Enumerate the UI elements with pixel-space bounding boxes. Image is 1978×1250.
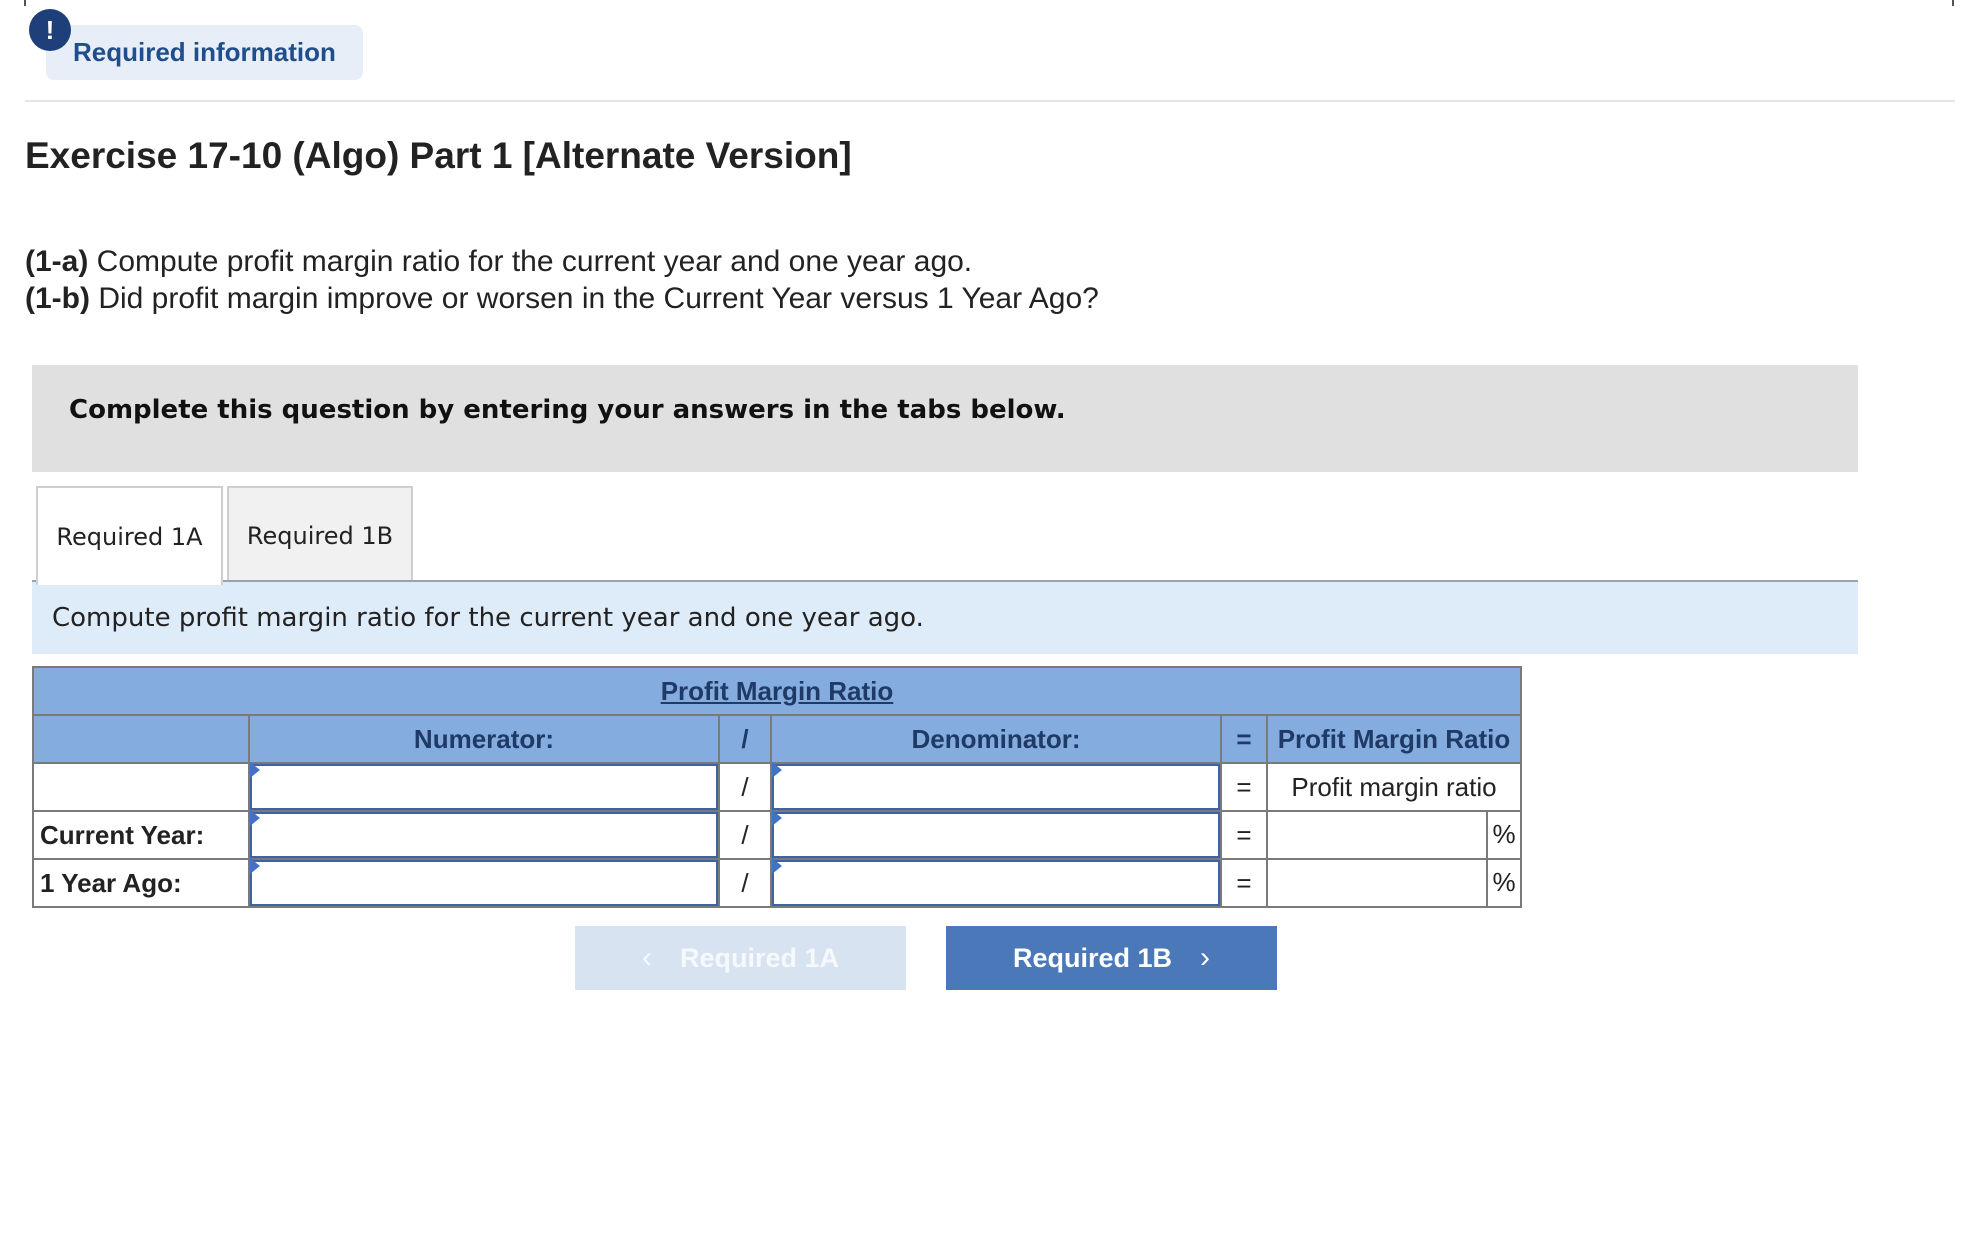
corner-tick-left [24, 0, 26, 6]
divide-sign: / [718, 810, 772, 860]
row-label-1-year-ago: 1 Year Ago: [32, 858, 250, 908]
question-1a-label: (1-a) [25, 245, 89, 278]
profit-margin-input[interactable] [1268, 812, 1486, 858]
tab-description-text: Compute profit margin ratio for the curr… [52, 603, 924, 633]
table-title: Profit Margin Ratio [32, 666, 1522, 716]
percent-sign: % [1492, 867, 1516, 897]
numerator-input[interactable] [250, 764, 718, 810]
header-numerator: Numerator: [248, 714, 720, 764]
divide-sign: / [718, 762, 772, 812]
denominator-cell [770, 810, 1222, 860]
row-label [32, 762, 250, 812]
result-label: Profit margin ratio [1266, 762, 1522, 812]
equals-sign: = [1220, 762, 1268, 812]
question-1b: (1-b) Did profit margin improve or worse… [25, 282, 1099, 316]
denominator-input[interactable] [772, 860, 1220, 906]
table-row: / = Profit margin ratio [32, 762, 1522, 812]
question-1a-text: Compute profit margin ratio for the curr… [88, 245, 973, 278]
previous-button[interactable]: ‹ Required 1A [575, 926, 906, 990]
tab-description: Compute profit margin ratio for the curr… [32, 582, 1858, 654]
required-information-label: Required information [73, 37, 336, 67]
denominator-input[interactable] [772, 812, 1220, 858]
numerator-cell [248, 810, 720, 860]
numerator-cell [248, 858, 720, 908]
instructions-text: Complete this question by entering your … [69, 395, 1066, 425]
divider [25, 100, 1955, 102]
dropdown-flag-icon [250, 762, 260, 778]
dropdown-flag-icon [250, 858, 260, 874]
header-divide: / [718, 714, 772, 764]
corner-tick-right [1952, 0, 1954, 6]
question-1a: (1-a) Compute profit margin ratio for th… [25, 245, 972, 279]
exercise-title: Exercise 17-10 (Algo) Part 1 [Alternate … [25, 135, 852, 176]
question-1b-text: Did profit margin improve or worsen in t… [89, 282, 1099, 315]
header-equals: = [1220, 714, 1268, 764]
tab-label: Required 1B [246, 521, 394, 550]
dropdown-flag-icon [772, 810, 782, 826]
equals-sign: = [1220, 810, 1268, 860]
table-header-row: Numerator: / Denominator: = Profit Margi… [32, 714, 1522, 764]
denominator-input[interactable] [772, 764, 1220, 810]
profit-margin-input[interactable] [1268, 860, 1486, 906]
dropdown-flag-icon [772, 762, 782, 778]
tab-label: Required 1A [56, 522, 203, 551]
row-label-current-year: Current Year: [32, 810, 250, 860]
header-result: Profit Margin Ratio [1266, 714, 1522, 764]
header-blank [32, 714, 250, 764]
next-button[interactable]: Required 1B › [946, 926, 1277, 990]
chevron-right-icon: › [1200, 941, 1211, 974]
required-information-badge[interactable]: Required information [46, 25, 363, 80]
tab-required-1b[interactable]: Required 1B [227, 486, 413, 583]
numerator-input[interactable] [250, 860, 718, 906]
dropdown-flag-icon [250, 810, 260, 826]
denominator-cell [770, 762, 1222, 812]
table-row: 1 Year Ago: / = % [32, 858, 1522, 908]
equals-sign: = [1220, 858, 1268, 908]
result-cell: % [1266, 810, 1522, 860]
table-row: Current Year: / = % [32, 810, 1522, 860]
chevron-left-icon: ‹ [641, 941, 652, 974]
divide-sign: / [718, 858, 772, 908]
alert-icon: ! [29, 9, 71, 51]
table-title-row: Profit Margin Ratio [32, 666, 1522, 716]
next-button-label: Required 1B [1012, 942, 1173, 973]
denominator-cell [770, 858, 1222, 908]
tab-required-1a[interactable]: Required 1A [36, 486, 223, 585]
result-cell: % [1266, 858, 1522, 908]
instructions-box: Complete this question by entering your … [32, 365, 1858, 472]
dropdown-flag-icon [772, 858, 782, 874]
profit-margin-table: Profit Margin Ratio Numerator: / Denomin… [32, 666, 1522, 908]
numerator-cell [248, 762, 720, 812]
numerator-input[interactable] [250, 812, 718, 858]
percent-sign: % [1492, 819, 1516, 849]
header-denominator: Denominator: [770, 714, 1222, 764]
previous-button-label: Required 1A [679, 942, 840, 973]
question-1b-label: (1-b) [25, 282, 90, 315]
